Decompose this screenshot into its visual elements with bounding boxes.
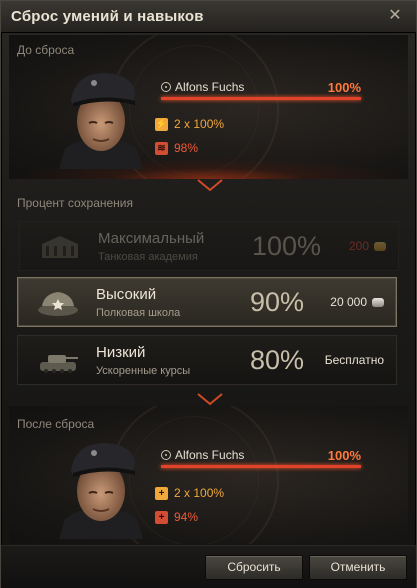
option-title: Максимальный	[98, 230, 205, 247]
skill-row: ≋ 98%	[155, 141, 198, 155]
skill-text: 2 x 100%	[174, 486, 225, 500]
down-arrow-icon	[197, 393, 223, 406]
crew-role-icon	[161, 450, 171, 460]
cancel-button[interactable]: Отменить	[309, 555, 407, 580]
option-low[interactable]: Низкий Ускоренные курсы 80% Бесплатно	[17, 335, 397, 385]
down-arrow-icon	[197, 179, 223, 192]
title-bar: Сброс умений и навыков ✕	[1, 1, 416, 33]
option-cost: 200	[349, 239, 386, 253]
option-percent: 90%	[250, 287, 305, 317]
gold-icon	[374, 241, 386, 251]
crew-stat-after: Alfons Fuchs 100%	[161, 448, 361, 468]
retention-label: Процент сохранения	[17, 196, 133, 210]
crew-stat-before: Alfons Fuchs 100%	[161, 80, 361, 100]
cost-value: Бесплатно	[324, 353, 384, 367]
crew-progress-fill	[161, 97, 361, 100]
crew-progress-bar	[161, 465, 361, 468]
crew-portrait-after	[59, 443, 143, 539]
crew-percent: 100%	[327, 448, 361, 463]
after-label: После сброса	[17, 417, 95, 431]
skill-orange-icon: ⚡	[155, 117, 168, 131]
reset-button[interactable]: Сбросить	[205, 555, 303, 580]
skill-text: 94%	[174, 510, 199, 524]
button-bar: Сбросить Отменить	[1, 545, 416, 588]
option-percent: 80%	[250, 345, 305, 375]
option-subtitle: Полковая школа	[96, 307, 181, 319]
crew-percent: 100%	[327, 80, 361, 95]
plus-orange-icon: +	[155, 486, 168, 500]
option-title: Высокий	[96, 286, 157, 303]
option-maximum[interactable]: Максимальный Танковая академия 100% 200	[19, 221, 399, 271]
cost-value: 200	[348, 239, 369, 253]
option-title: Низкий	[96, 344, 146, 361]
crew-progress-bar	[161, 97, 361, 100]
academy-icon	[42, 236, 78, 258]
before-label: До сброса	[17, 43, 75, 57]
option-cost: Бесплатно	[325, 353, 384, 367]
crew-name: Alfons Fuchs	[175, 448, 245, 462]
close-icon[interactable]: ✕	[386, 7, 404, 25]
crew-progress-fill	[161, 465, 361, 468]
option-percent: 100%	[252, 231, 322, 261]
crew-role-icon	[161, 82, 171, 92]
credits-icon	[372, 297, 384, 307]
cost-value: 20 000	[330, 295, 367, 309]
skill-row: ⚡ 2 x 100%	[155, 117, 224, 131]
option-subtitle: Ускоренные курсы	[96, 365, 191, 377]
option-high[interactable]: Высокий Полковая школа 90% 20 000	[17, 277, 397, 327]
skill-row: + 94%	[155, 510, 198, 524]
skill-text: 98%	[174, 141, 199, 155]
skill-red-icon: ≋	[155, 141, 168, 155]
crew-portrait-before	[59, 73, 143, 169]
plus-red-icon: +	[155, 510, 168, 524]
dialog-title: Сброс умений и навыков	[11, 8, 204, 25]
crew-name: Alfons Fuchs	[175, 80, 245, 94]
training-tank-icon	[40, 355, 78, 373]
regiment-school-icon	[38, 292, 78, 316]
option-subtitle: Танковая академия	[98, 251, 198, 263]
reset-skills-dialog: Сброс умений и навыков ✕ До сброса Alfon…	[0, 0, 417, 588]
skill-row: + 2 x 100%	[155, 486, 224, 500]
option-cost: 20 000	[330, 295, 384, 309]
skill-text: 2 x 100%	[174, 117, 225, 131]
